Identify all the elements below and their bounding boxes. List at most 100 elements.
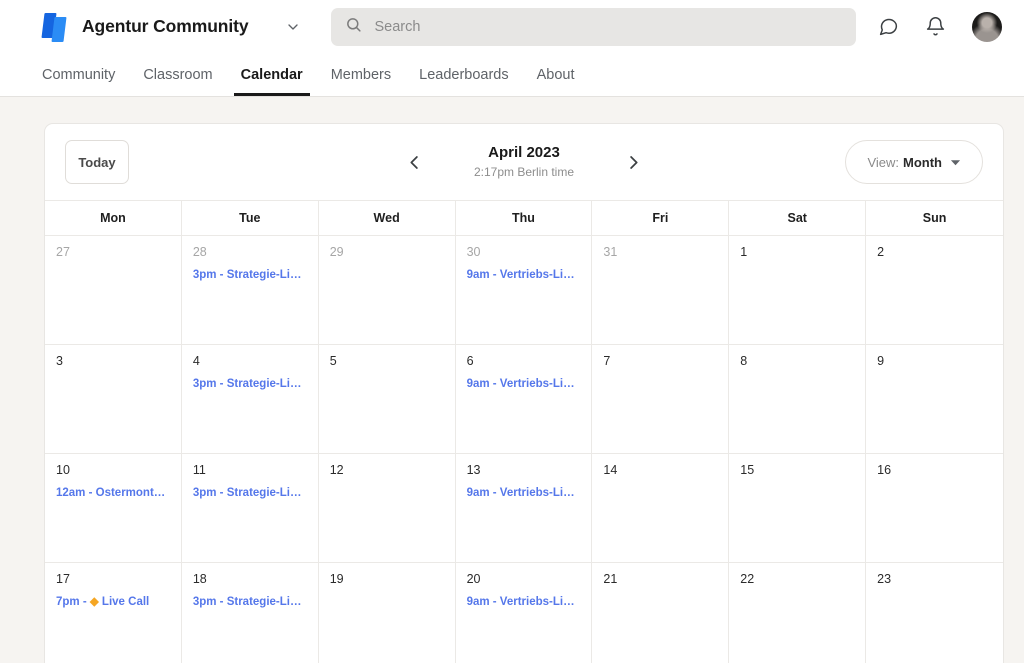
calendar-day-cell[interactable]: 6 9am - Vertriebs-Li… [456, 345, 593, 453]
calendar-day-cell[interactable]: 21 [592, 563, 730, 663]
calendar-event[interactable]: 9am - Vertriebs-Li… [467, 268, 581, 284]
calendar-day-cell[interactable]: 10 12am - Ostermont… [45, 454, 182, 562]
orange-diamond-icon: ◆ [89, 596, 99, 608]
calendar-week-row: 17 7pm - ◆ Live Call 18 3pm - Strategie-Li…… [45, 563, 1003, 663]
view-mode-dropdown[interactable]: View: Month [845, 140, 983, 184]
calendar-day-cell[interactable]: 14 [592, 454, 730, 562]
calendar-grid: 27 28 3pm - Strategie-Li… 29 30 9am - Vertrie… [45, 236, 1003, 663]
day-number: 12 [329, 463, 344, 477]
day-number: 23 [877, 572, 892, 586]
calendar-event[interactable]: 3pm - Strategie-Li… [193, 377, 307, 393]
top-header: Agentur Community [0, 0, 1024, 53]
brand-name: Agentur Community [82, 16, 249, 36]
tab-label: Members [330, 66, 392, 83]
calendar-day-cell[interactable]: 27 [45, 236, 182, 344]
calendar-event[interactable]: 3pm - Strategie-Li… [193, 595, 307, 611]
event-time-prefix: 7pm - [56, 596, 90, 608]
day-number: 8 [740, 354, 748, 368]
dow-sun: Sun [922, 211, 947, 225]
tab-about[interactable]: About [523, 53, 589, 96]
next-month-button[interactable] [620, 149, 647, 176]
caret-down-icon [950, 157, 961, 168]
dow-sat: Sat [729, 201, 867, 235]
calendar-day-cell[interactable]: 31 [592, 236, 730, 344]
brand[interactable]: Agentur Community [41, 12, 301, 42]
day-number: 18 [192, 572, 207, 586]
calendar-day-cell[interactable]: 7 [592, 345, 730, 453]
calendar-day-cell[interactable]: 15 [729, 454, 867, 562]
calendar-month-title: April 2023 [488, 144, 560, 162]
view-dropdown-value: Month [903, 154, 942, 170]
skool-logo-icon [41, 12, 68, 42]
calendar-event[interactable]: 9am - Vertriebs-Li… [467, 486, 581, 502]
day-number: 29 [329, 245, 344, 259]
calendar-day-cell[interactable]: 13 9am - Vertriebs-Li… [456, 454, 593, 562]
calendar-day-cell[interactable]: 30 9am - Vertriebs-Li… [456, 236, 593, 344]
day-number: 22 [740, 572, 755, 586]
calendar-event[interactable]: 3pm - Strategie-Li… [193, 268, 307, 284]
day-number: 17 [56, 572, 70, 586]
day-number: 20 [466, 572, 481, 586]
calendar-day-cell[interactable]: 2 [866, 236, 1003, 344]
day-number: 21 [603, 572, 618, 586]
tab-label: About [536, 66, 575, 83]
notifications-icon[interactable] [925, 16, 946, 37]
calendar-day-cell[interactable]: 5 [319, 345, 456, 453]
day-number: 5 [329, 354, 337, 368]
calendar-day-cell[interactable]: 12 [319, 454, 456, 562]
tab-label: Calendar [240, 66, 303, 83]
day-number: 9 [877, 354, 885, 368]
tab-community[interactable]: Community [42, 53, 129, 96]
event-title: Live Call [98, 596, 150, 608]
day-number: 30 [466, 245, 481, 259]
calendar-day-cell[interactable]: 17 7pm - ◆ Live Call [45, 563, 182, 663]
day-number: 31 [603, 245, 618, 259]
calendar-day-cell[interactable]: 4 3pm - Strategie-Li… [182, 345, 319, 453]
calendar-day-cell[interactable]: 29 [319, 236, 456, 344]
day-number: 19 [329, 572, 344, 586]
search-input[interactable] [374, 18, 842, 35]
search-icon [345, 16, 362, 38]
dow-fri: Fri [592, 201, 730, 235]
previous-month-button[interactable] [401, 149, 428, 176]
chevron-down-icon[interactable] [285, 19, 301, 35]
tab-members[interactable]: Members [317, 53, 405, 96]
calendar-day-cell[interactable]: 22 [729, 563, 867, 663]
calendar-day-cell[interactable]: 3 [45, 345, 182, 453]
day-number: 27 [56, 245, 70, 259]
day-number: 6 [466, 354, 474, 368]
dow-thu: Thu [456, 201, 593, 235]
calendar-event[interactable]: 12am - Ostermont… [56, 486, 170, 502]
calendar-day-cell[interactable]: 11 3pm - Strategie-Li… [182, 454, 319, 562]
calendar-day-cell[interactable]: 19 [319, 563, 456, 663]
day-number: 2 [877, 245, 885, 259]
tab-leaderboards[interactable]: Leaderboards [405, 53, 523, 96]
calendar-event[interactable]: 9am - Vertriebs-Li… [467, 377, 581, 393]
tab-label: Community [42, 66, 116, 83]
calendar-day-cell[interactable]: 28 3pm - Strategie-Li… [182, 236, 319, 344]
calendar-day-cell[interactable]: 23 [866, 563, 1003, 663]
calendar-day-cell[interactable]: 16 [866, 454, 1003, 562]
tab-calendar[interactable]: Calendar [227, 53, 317, 96]
day-number: 28 [192, 245, 207, 259]
day-number: 15 [740, 463, 755, 477]
day-number: 16 [877, 463, 892, 477]
calendar-event[interactable]: 9am - Vertriebs-Li… [467, 595, 581, 611]
avatar[interactable] [972, 11, 1002, 42]
calendar-week-row: 27 28 3pm - Strategie-Li… 29 30 9am - Vertrie… [45, 236, 1003, 345]
calendar-event[interactable]: 7pm - ◆ Live Call [56, 595, 170, 611]
calendar-day-cell[interactable]: 18 3pm - Strategie-Li… [182, 563, 319, 663]
today-button[interactable]: Today [65, 140, 129, 184]
calendar-day-cell[interactable]: 9 [866, 345, 1003, 453]
messages-icon[interactable] [878, 16, 899, 37]
dow-wed: Wed [319, 201, 456, 235]
calendar-day-cell[interactable]: 1 [729, 236, 867, 344]
dow-tue: Tue [182, 201, 319, 235]
search-bar[interactable] [330, 7, 856, 46]
calendar-day-cell[interactable]: 8 [729, 345, 867, 453]
tab-classroom[interactable]: Classroom [129, 53, 226, 96]
day-number: 13 [466, 463, 481, 477]
calendar-day-cell[interactable]: 20 9am - Vertriebs-Li… [456, 563, 593, 663]
calendar-event[interactable]: 3pm - Strategie-Li… [193, 486, 307, 502]
tab-label: Classroom [143, 66, 213, 83]
